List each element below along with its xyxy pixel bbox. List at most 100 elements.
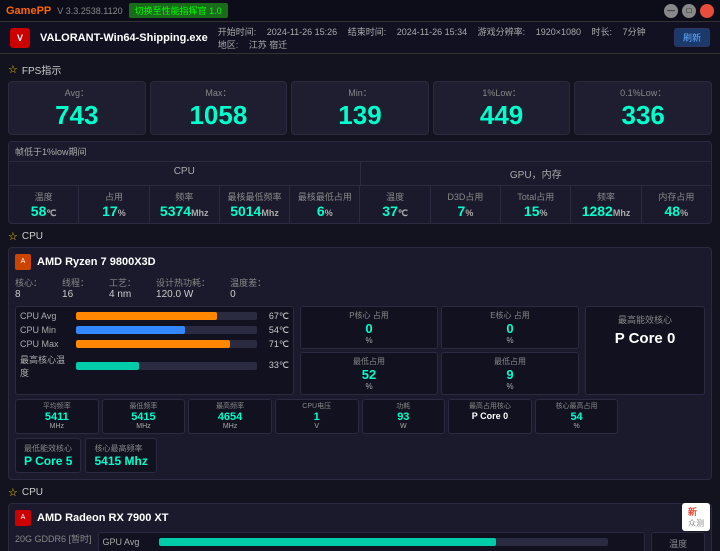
maximize-button[interactable]: □ <box>682 4 696 18</box>
gpu-chart-row-0: GPU Avg <box>103 537 641 547</box>
extra-card-1: 最低能效核心 P Core 5 <box>15 438 81 473</box>
perf-title: 帧低于1%low期间 <box>9 142 711 162</box>
fps-section-header: ☆ FPS指示 <box>8 62 712 77</box>
e-core-usage-card: E核心 占用 0 % <box>441 306 579 349</box>
gpu-star-icon: ☆ <box>8 486 18 499</box>
watermark-sub: 众测 <box>688 518 704 529</box>
perf-cell-2: 频率5374Mhz <box>150 186 220 223</box>
cpu-chart-row-1: CPU Min 54℃ <box>20 325 289 336</box>
min-usage-card: 最低占用 52 % <box>300 352 438 395</box>
fps-card-4: 0.1%Low：336 <box>574 81 712 135</box>
resolution-value: 1920×1080 <box>536 27 581 37</box>
fps-star-icon: ☆ <box>8 63 18 76</box>
cpu-chart-row-3: 最高核心温度 33℃ <box>20 353 289 379</box>
extra-card-2: 核心最高频率 5415 Mhz <box>85 438 156 473</box>
app-header: V VALORANT-Win64-Shipping.exe 开始时间: 2024… <box>0 22 720 54</box>
cpu-process-info: 工艺： 4 nm <box>109 276 136 300</box>
gpu-section-header: ☆ CPU <box>8 486 712 499</box>
perf-cell-4: 最核最低占用6% <box>290 186 360 223</box>
app-version: V 3.3.2538.1120 <box>57 6 122 16</box>
perf-section: 帧低于1%low期间 CPU GPU，内存 温度58℃占用17%频率5374Mh… <box>8 141 712 224</box>
core-usage-metric: 核心最高占用 54 % <box>535 399 619 434</box>
fps-card-2: Min：139 <box>291 81 429 135</box>
minimize-button[interactable]: — <box>664 4 678 18</box>
perf-cell-6: D3D占用7% <box>431 186 501 223</box>
perf-cell-0: 温度58℃ <box>9 186 79 223</box>
gpu-temp-card: 温度 37℃ <box>651 532 705 551</box>
best-core-card: 最高能效核心 P Core 0 <box>585 306 705 395</box>
perf-row: 温度58℃占用17%频率5374Mhz最核最低频率5014Mhz最核最低占用6%… <box>9 186 711 223</box>
start-time: 2024-11-26 15:26 <box>267 27 337 37</box>
perf-cell-1: 占用17% <box>79 186 149 223</box>
cpu-info-grid: 核心： 8 线程： 16 工艺： 4 nm 设计热功耗： 120.0 W 温度差… <box>15 276 705 300</box>
fps-card-0: Avg：743 <box>8 81 146 135</box>
fps-grid: Avg：743Max：1058Min：1391%Low：4490.1%Low：3… <box>8 81 712 135</box>
gpu-card: A AMD Radeon RX 7900 XT 20G GDDR6 [暂时] G… <box>8 503 712 551</box>
cpu-design-power-info: 设计热功耗： 120.0 W <box>156 276 210 300</box>
cpu-stats-grid: P核心 占用 0 % E核心 占用 0 % 最低占用 52 % 最低占用 9 <box>300 306 579 395</box>
bottom-metrics-row: 平均频率 5411 MHz 最低频率 5415 MHz 最高频率 4654 MH… <box>15 399 705 434</box>
gpu-model-name: AMD Radeon RX 7900 XT <box>37 512 168 524</box>
cpu-card: A AMD Ryzen 7 9800X3D 核心： 8 线程： 16 工艺： 4… <box>8 247 712 480</box>
perf-cell-5: 温度37℃ <box>360 186 430 223</box>
start-label: 开始时间: <box>218 27 257 37</box>
cpu-section-header: ☆ CPU <box>8 230 712 243</box>
end-label: 结束时间: <box>348 27 387 37</box>
cpu-main-grid: CPU Avg 67℃ CPU Min 54℃ CPU Max 71℃ 最高核心… <box>15 306 705 395</box>
game-name: VALORANT-Win64-Shipping.exe <box>40 32 208 44</box>
region-label: 地区: <box>218 40 239 50</box>
app-meta: 开始时间: 2024-11-26 15:26 结束时间: 2024-11-26 … <box>218 25 664 51</box>
gpu-temp-label: 温度 <box>660 537 696 550</box>
game-icon: V <box>10 28 30 48</box>
watermark-brand: 新 <box>688 505 704 518</box>
gpu-brand-icon: A <box>15 510 31 526</box>
gpu-chart-area: GPU Avg GPU Min <box>98 532 646 551</box>
cpu-tdp-info: 温度差： 0 <box>230 276 266 300</box>
cpu-brand-icon: A <box>15 254 31 270</box>
cpu-header-row: A AMD Ryzen 7 9800X3D <box>15 254 705 270</box>
fps-section-title: FPS指示 <box>22 62 61 77</box>
gpu-content-row: 20G GDDR6 [暂时] GPU Avg GPU Min 温度 37℃ <box>15 532 705 551</box>
window-controls: — □ <box>664 4 714 18</box>
gpu-header-row: A AMD Radeon RX 7900 XT <box>15 510 705 526</box>
title-bar: GamePP V 3.3.2538.1120 切换至性能指挥官 1.0 — □ <box>0 0 720 22</box>
cpu-chart-row-0: CPU Avg 67℃ <box>20 311 289 322</box>
perf-cell-9: 内存占用48% <box>642 186 711 223</box>
fps-card-3: 1%Low：449 <box>433 81 571 135</box>
title-bar-left: GamePP V 3.3.2538.1120 切换至性能指挥官 1.0 <box>6 3 228 18</box>
max-core-metric: 最高占用核心 P Core 0 <box>448 399 532 434</box>
cpu-header: CPU <box>9 162 361 185</box>
cpu-chart-row-2: CPU Max 71℃ <box>20 339 289 350</box>
perf-cell-7: Total占用15% <box>501 186 571 223</box>
cpu-star-icon: ☆ <box>8 230 18 243</box>
cpu-extra-row: 最低能效核心 P Core 5 核心最高频率 5415 Mhz <box>15 438 705 473</box>
watermark: 新 众测 <box>682 503 710 531</box>
perf-cell-3: 最核最低频率5014Mhz <box>220 186 290 223</box>
avg-freq-metric: 平均频率 5411 MHz <box>15 399 99 434</box>
fps-card-1: Max：1058 <box>150 81 288 135</box>
close-button[interactable] <box>700 4 714 18</box>
toggle-button[interactable]: 切换至性能指挥官 1.0 <box>129 3 228 18</box>
end-time: 2024-11-26 15:34 <box>397 27 467 37</box>
resolution-label: 游戏分辨率: <box>478 27 526 37</box>
max-usage-card: 最低占用 9 % <box>441 352 579 395</box>
perf-header: CPU GPU，内存 <box>9 162 711 186</box>
cpu-model-name: AMD Ryzen 7 9800X3D <box>37 256 156 268</box>
cpu-section-title: CPU <box>22 231 43 242</box>
min-freq-metric: 最低频率 5415 MHz <box>102 399 186 434</box>
cpu-chart-area: CPU Avg 67℃ CPU Min 54℃ CPU Max 71℃ 最高核心… <box>15 306 294 395</box>
power-metric: 功耗 93 W <box>362 399 446 434</box>
duration-value: 7分钟 <box>623 27 646 37</box>
perf-cell-8: 频率1282Mhz <box>571 186 641 223</box>
region-value: 江苏 宿迁 <box>249 40 288 50</box>
main-content: ☆ FPS指示 Avg：743Max：1058Min：1391%Low：4490… <box>0 54 720 551</box>
max-freq-metric: 最高频率 4654 MHz <box>188 399 272 434</box>
refresh-button[interactable]: 刷新 <box>674 28 710 47</box>
cpu-voltage-metric: CPU电压 1 V <box>275 399 359 434</box>
gpu-header: GPU，内存 <box>361 162 712 185</box>
gpu-memory-info: 20G GDDR6 [暂时] <box>15 532 92 545</box>
duration-label: 时长: <box>592 27 613 37</box>
gpu-section-title: CPU <box>22 487 43 498</box>
app-logo: GamePP <box>6 5 51 17</box>
p-core-usage-card: P核心 占用 0 % <box>300 306 438 349</box>
